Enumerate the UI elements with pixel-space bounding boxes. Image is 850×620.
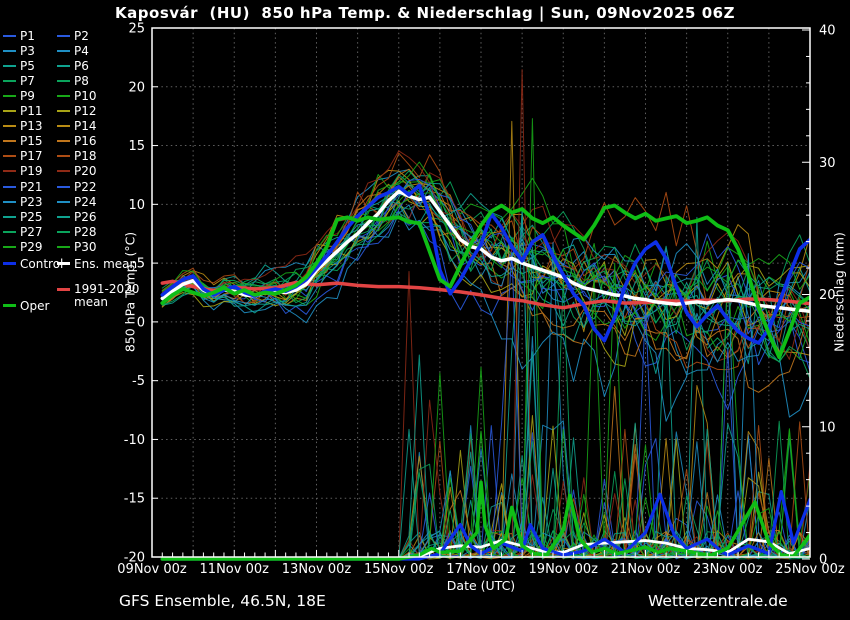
footer-brand: Wetterzentrale.de xyxy=(648,592,788,610)
footer-model-info: GFS Ensemble, 46.5N, 18E xyxy=(119,592,326,610)
x-tick-label: 17Nov 00z xyxy=(446,562,516,577)
y-left-tick-label: 15 xyxy=(128,139,145,154)
y-left-tick-label: -5 xyxy=(132,374,145,389)
y-right-tick-label: 40 xyxy=(819,24,836,39)
x-tick-label: 11Nov 00z xyxy=(200,562,270,577)
member-precip-lines xyxy=(162,70,810,559)
page: { "title": "Kaposvár (HU) 850 hPa Temp. … xyxy=(0,0,850,620)
y-left-tick-label: -15 xyxy=(124,492,145,507)
y-left-tick-label: 25 xyxy=(128,22,145,37)
y-left-tick-label: 5 xyxy=(137,257,145,272)
member-temp-line xyxy=(162,171,810,350)
y-axis-label-temp: 850 hPa Temp. (°C) xyxy=(123,232,138,352)
x-tick-label: 15Nov 00z xyxy=(364,562,434,577)
x-axis-label: Date (UTC) xyxy=(0,578,850,593)
x-tick-label: 23Nov 00z xyxy=(693,562,763,577)
x-tick-label: 21Nov 00z xyxy=(611,562,681,577)
chart-stage: Kaposvár (HU) 850 hPa Temp. & Niederschl… xyxy=(0,0,850,620)
y-left-tick-label: 10 xyxy=(128,198,145,213)
x-tick-label: 09Nov 00z xyxy=(117,562,187,577)
x-tick-label: 13Nov 00z xyxy=(282,562,352,577)
y-axis-label-precip: Niederschlag (mm) xyxy=(832,232,847,352)
y-left-tick-label: 20 xyxy=(128,80,145,95)
y-left-tick-label: 0 xyxy=(137,315,145,330)
y-right-tick-label: 30 xyxy=(819,156,836,171)
y-right-tick-label: 10 xyxy=(819,420,836,435)
x-tick-label: 25Nov 00z xyxy=(775,562,845,577)
x-tick-label: 19Nov 00z xyxy=(529,562,599,577)
member-precip-line xyxy=(162,279,810,559)
y-left-tick-label: -10 xyxy=(124,433,145,448)
plot-area xyxy=(162,70,810,559)
